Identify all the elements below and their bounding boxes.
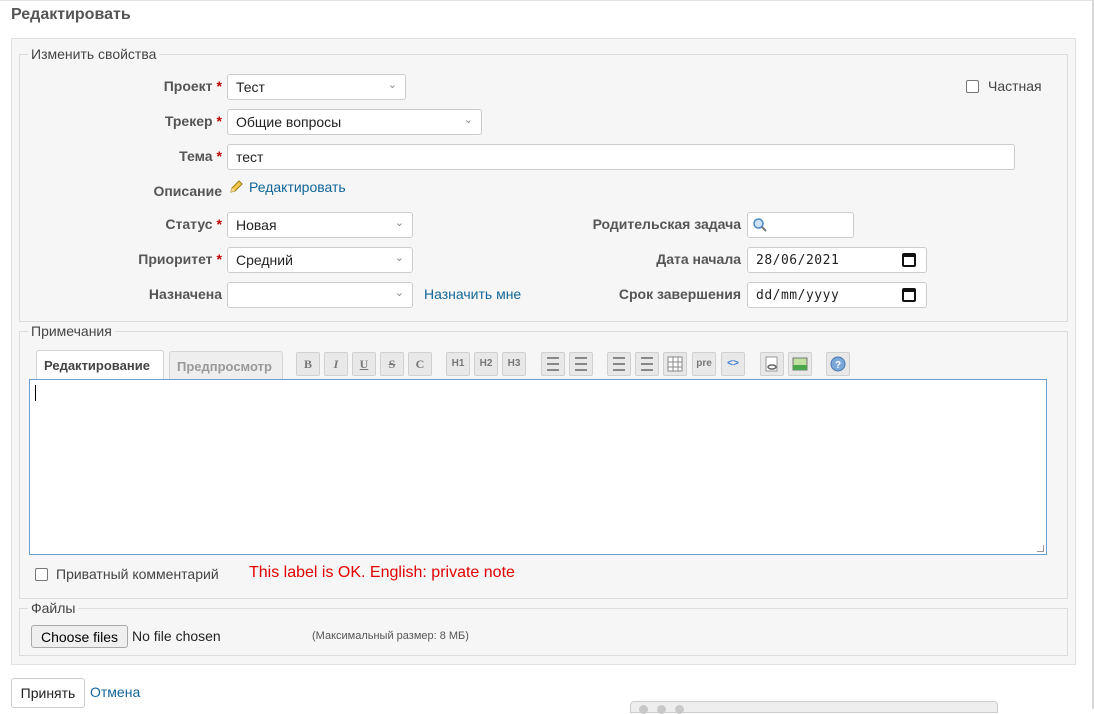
project-label: Проект *: [163, 78, 222, 94]
strikethrough-button[interactable]: S: [380, 352, 404, 376]
status-label: Статус *: [165, 216, 222, 232]
assignee-select[interactable]: ⌄: [227, 282, 413, 308]
numbered-list-icon[interactable]: [569, 352, 593, 376]
inline-code-button[interactable]: C: [408, 352, 432, 376]
italic-button[interactable]: I: [324, 352, 348, 376]
window-close-icon[interactable]: [639, 705, 648, 714]
chevron-down-icon: ⌄: [387, 79, 397, 91]
subject-label: Тема *: [179, 148, 222, 164]
priority-select[interactable]: Средний ⌄: [227, 247, 413, 273]
heading1-button[interactable]: H1: [446, 352, 470, 376]
table-icon[interactable]: [663, 352, 687, 376]
pencil-icon: [230, 180, 243, 193]
notes-textarea[interactable]: [29, 379, 1047, 555]
project-select[interactable]: Тест ⌄: [227, 74, 406, 100]
max-size-hint: (Максимальный размер: 8 МБ): [312, 630, 469, 642]
files-legend: Файлы: [31, 600, 76, 616]
tab-preview[interactable]: Предпросмотр: [169, 351, 283, 381]
subject-input[interactable]: тест: [227, 144, 1015, 170]
notes-legend: Примечания: [31, 323, 112, 339]
chevron-down-icon: ⌄: [394, 287, 404, 299]
indent-icon[interactable]: [607, 352, 631, 376]
link-icon[interactable]: [760, 352, 784, 376]
parent-task-input[interactable]: [747, 212, 854, 238]
cancel-link[interactable]: Отмена: [90, 684, 140, 700]
status-select[interactable]: Новая ⌄: [227, 212, 413, 238]
file-status: No file chosen: [132, 628, 221, 644]
chevron-down-icon: ⌄: [394, 217, 404, 229]
private-comment-checkbox[interactable]: [35, 568, 48, 581]
window-maximize-icon[interactable]: [675, 705, 684, 714]
chevron-down-icon: ⌄: [463, 114, 473, 126]
code-highlight-button[interactable]: <>: [721, 352, 745, 376]
bullet-list-icon[interactable]: [541, 352, 565, 376]
help-icon[interactable]: ?: [826, 352, 850, 376]
page-title: Редактировать: [11, 6, 131, 23]
private-checkbox[interactable]: [966, 80, 979, 93]
chevron-down-icon: ⌄: [394, 252, 404, 264]
choose-files-button[interactable]: Choose files: [31, 625, 128, 648]
private-comment-label: Приватный комментарий: [56, 566, 219, 582]
properties-legend: Изменить свойства: [31, 46, 157, 62]
tab-edit[interactable]: Редактирование: [36, 350, 164, 380]
image-icon[interactable]: [788, 352, 812, 376]
window-minimize-icon[interactable]: [657, 705, 666, 714]
popup-window[interactable]: [630, 701, 998, 714]
start-date-input[interactable]: 28/06/2021: [747, 247, 927, 273]
description-label: Описание: [153, 183, 222, 199]
underline-button[interactable]: U: [352, 352, 376, 376]
bold-button[interactable]: B: [296, 352, 320, 376]
top-border: [0, 0, 1092, 1]
search-icon: [753, 218, 767, 232]
calendar-icon[interactable]: [902, 288, 916, 302]
private-label: Частная: [988, 78, 1042, 94]
tracker-label: Трекер *: [164, 113, 222, 129]
description-edit-link[interactable]: Редактировать: [249, 179, 346, 195]
resize-handle[interactable]: [1037, 545, 1044, 552]
due-date-input[interactable]: dd/mm/yyyy: [747, 282, 927, 308]
text-caret: [35, 385, 36, 401]
calendar-icon[interactable]: [902, 253, 916, 267]
heading3-button[interactable]: H3: [502, 352, 526, 376]
parent-task-label: Родительская задача: [592, 216, 741, 232]
annotation-note: This label is OK. English: private note: [249, 564, 515, 581]
start-date-label: Дата начала: [656, 251, 741, 267]
svg-text:?: ?: [835, 360, 841, 371]
assignee-label: Назначена: [148, 286, 222, 302]
outdent-icon[interactable]: [635, 352, 659, 376]
preformatted-button[interactable]: pre: [692, 352, 716, 376]
submit-button[interactable]: Принять: [11, 678, 85, 708]
assign-to-me-link[interactable]: Назначить мне: [424, 286, 521, 302]
heading2-button[interactable]: H2: [474, 352, 498, 376]
due-date-label: Срок завершения: [618, 286, 741, 302]
priority-label: Приоритет *: [138, 251, 222, 267]
tracker-select[interactable]: Общие вопросы ⌄: [227, 109, 482, 135]
